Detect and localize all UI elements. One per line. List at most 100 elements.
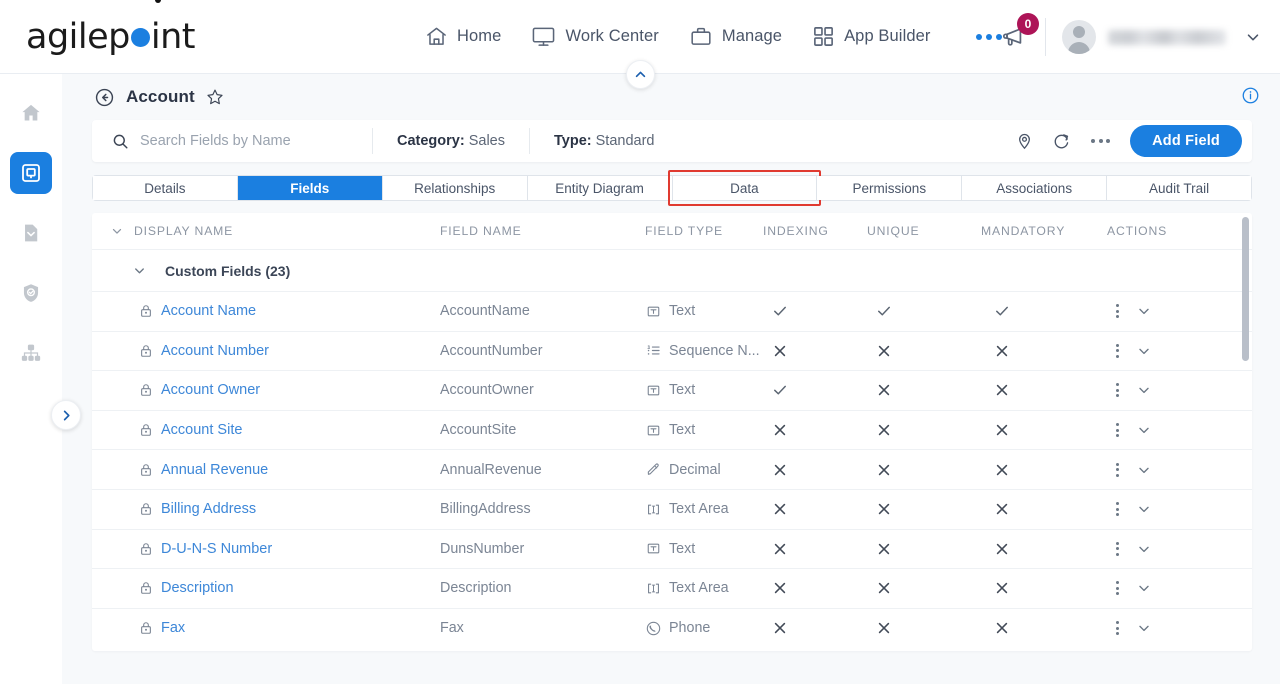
cell-actions bbox=[1107, 539, 1217, 559]
expand-sidebar-button[interactable] bbox=[51, 400, 81, 430]
table-scrollbar[interactable] bbox=[1242, 217, 1249, 647]
row-more-options-icon[interactable] bbox=[1113, 420, 1122, 440]
lock-icon bbox=[138, 343, 154, 359]
row-expand-chevron-down-icon[interactable] bbox=[1136, 620, 1152, 636]
row-more-options-icon[interactable] bbox=[1113, 618, 1122, 638]
cross-icon bbox=[993, 461, 1011, 479]
field-display-name-link[interactable]: Account Owner bbox=[161, 382, 260, 398]
collapse-header-button[interactable] bbox=[626, 60, 655, 89]
tab-relationships[interactable]: Relationships bbox=[382, 176, 528, 200]
column-header-mandatory[interactable]: MANDATORY bbox=[981, 224, 1107, 238]
field-type-label: Text Area bbox=[669, 580, 729, 597]
row-more-options-icon[interactable] bbox=[1113, 460, 1122, 480]
nav-item-home[interactable]: Home bbox=[425, 25, 501, 48]
agilepoint-logo[interactable]: agilep int bbox=[26, 0, 196, 57]
scrollbar-thumb[interactable] bbox=[1242, 217, 1249, 361]
table-row[interactable]: Billing Address BillingAddress Text Area bbox=[92, 488, 1252, 529]
user-menu[interactable] bbox=[1062, 20, 1262, 54]
row-expand-chevron-down-icon[interactable] bbox=[1136, 382, 1152, 398]
tab-audit-trail[interactable]: Audit Trail bbox=[1107, 176, 1251, 200]
table-row[interactable]: Account Name AccountName Text bbox=[92, 291, 1252, 331]
row-more-options-icon[interactable] bbox=[1113, 341, 1122, 361]
page-title: Account bbox=[126, 87, 195, 106]
cell-unique bbox=[867, 500, 981, 518]
cell-display-name: Account Number bbox=[110, 343, 440, 359]
cross-icon bbox=[875, 540, 893, 558]
star-icon[interactable] bbox=[206, 88, 224, 106]
text-icon bbox=[645, 422, 662, 439]
cell-indexing bbox=[763, 342, 867, 360]
top-right-controls: 0 bbox=[999, 0, 1262, 74]
cell-actions bbox=[1107, 460, 1217, 480]
column-header-field-type[interactable]: FIELD TYPE bbox=[645, 224, 763, 238]
cell-field-name: AnnualRevenue bbox=[440, 461, 542, 478]
nav-item-app-builder[interactable]: App Builder bbox=[812, 25, 930, 48]
field-display-name-link[interactable]: Description bbox=[161, 580, 234, 596]
table-row[interactable]: Account Site AccountSite Text bbox=[92, 409, 1252, 450]
table-row[interactable]: Description Description Text Area bbox=[92, 568, 1252, 608]
tab-associations[interactable]: Associations bbox=[962, 176, 1108, 200]
cell-mandatory bbox=[981, 381, 1107, 399]
sidebar-item-security[interactable] bbox=[10, 272, 52, 314]
sidebar-item-app-explorer[interactable] bbox=[10, 152, 52, 194]
row-more-options-icon[interactable] bbox=[1113, 539, 1122, 559]
row-more-options-icon[interactable] bbox=[1113, 301, 1122, 321]
field-display-name-link[interactable]: D-U-N-S Number bbox=[161, 541, 272, 557]
row-expand-chevron-down-icon[interactable] bbox=[1136, 303, 1152, 319]
add-field-button[interactable]: Add Field bbox=[1130, 125, 1242, 157]
refresh-icon[interactable] bbox=[1052, 132, 1071, 151]
table-row[interactable]: Fax Fax Phone bbox=[92, 607, 1252, 648]
tab-details[interactable]: Details bbox=[93, 176, 238, 200]
row-expand-chevron-down-icon[interactable] bbox=[1136, 501, 1152, 517]
main-content-panel: Account Search Fields by Name Category: … bbox=[62, 60, 1280, 684]
table-row[interactable]: Account Number AccountNumber Sequence N... bbox=[92, 330, 1252, 371]
cell-field-type: Text Area bbox=[645, 501, 763, 518]
field-display-name-link[interactable]: Account Name bbox=[161, 303, 256, 319]
field-display-name-link[interactable]: Account Site bbox=[161, 422, 242, 438]
info-icon[interactable] bbox=[1241, 86, 1260, 105]
search-icon bbox=[112, 133, 129, 150]
search-input[interactable] bbox=[140, 133, 350, 149]
sidebar-item-home[interactable] bbox=[10, 92, 52, 134]
row-more-options-icon[interactable] bbox=[1113, 380, 1122, 400]
sidebar-item-hierarchy[interactable] bbox=[10, 332, 52, 374]
field-display-name-link[interactable]: Annual Revenue bbox=[161, 462, 268, 478]
row-expand-chevron-down-icon[interactable] bbox=[1136, 541, 1152, 557]
cell-mandatory bbox=[981, 579, 1107, 597]
cell-indexing bbox=[763, 381, 867, 399]
location-pin-icon[interactable] bbox=[1015, 132, 1034, 151]
nav-item-work-center[interactable]: Work Center bbox=[531, 25, 659, 48]
row-more-options-icon[interactable] bbox=[1113, 578, 1122, 598]
announcements-button[interactable]: 0 bbox=[999, 13, 1039, 52]
tab-permissions[interactable]: Permissions bbox=[817, 176, 963, 200]
tab-entity-diagram[interactable]: Entity Diagram bbox=[527, 176, 673, 200]
table-row[interactable]: Annual Revenue AnnualRevenue Decimal bbox=[92, 449, 1252, 489]
row-expand-chevron-down-icon[interactable] bbox=[1136, 462, 1152, 478]
column-header-field-name[interactable]: FIELD NAME bbox=[440, 224, 645, 238]
chevron-down-icon[interactable] bbox=[132, 263, 147, 278]
field-display-name-link[interactable]: Account Number bbox=[161, 343, 269, 359]
row-expand-chevron-down-icon[interactable] bbox=[1136, 580, 1152, 596]
cell-display-name: Annual Revenue bbox=[110, 462, 440, 478]
row-expand-chevron-down-icon[interactable] bbox=[1136, 343, 1152, 359]
field-display-name-link[interactable]: Billing Address bbox=[161, 501, 256, 517]
tab-data[interactable]: Data bbox=[667, 170, 822, 206]
column-header-indexing[interactable]: INDEXING bbox=[763, 224, 867, 238]
cell-actions bbox=[1107, 380, 1217, 400]
nav-item-manage[interactable]: Manage bbox=[689, 25, 782, 48]
cross-icon bbox=[771, 579, 789, 597]
row-expand-chevron-down-icon[interactable] bbox=[1136, 422, 1152, 438]
column-header-unique[interactable]: UNIQUE bbox=[867, 224, 981, 238]
entity-tabs: Details Fields Relationships Entity Diag… bbox=[92, 170, 1252, 206]
row-more-options-icon[interactable] bbox=[1113, 499, 1122, 519]
back-arrow-icon[interactable] bbox=[94, 87, 115, 108]
field-display-name-link[interactable]: Fax bbox=[161, 620, 185, 636]
tab-fields[interactable]: Fields bbox=[237, 176, 383, 200]
table-row[interactable]: D-U-N-S Number DunsNumber Text bbox=[92, 528, 1252, 569]
toolbar-more-options-icon[interactable] bbox=[1089, 133, 1112, 149]
sidebar-item-documents[interactable] bbox=[10, 212, 52, 254]
column-header-display-name[interactable]: DISPLAY NAME bbox=[110, 224, 440, 238]
group-row-custom-fields[interactable]: Custom Fields (23) bbox=[92, 249, 1252, 291]
table-row[interactable]: Account Owner AccountOwner Text bbox=[92, 370, 1252, 410]
chevron-down-icon[interactable] bbox=[1244, 28, 1262, 46]
